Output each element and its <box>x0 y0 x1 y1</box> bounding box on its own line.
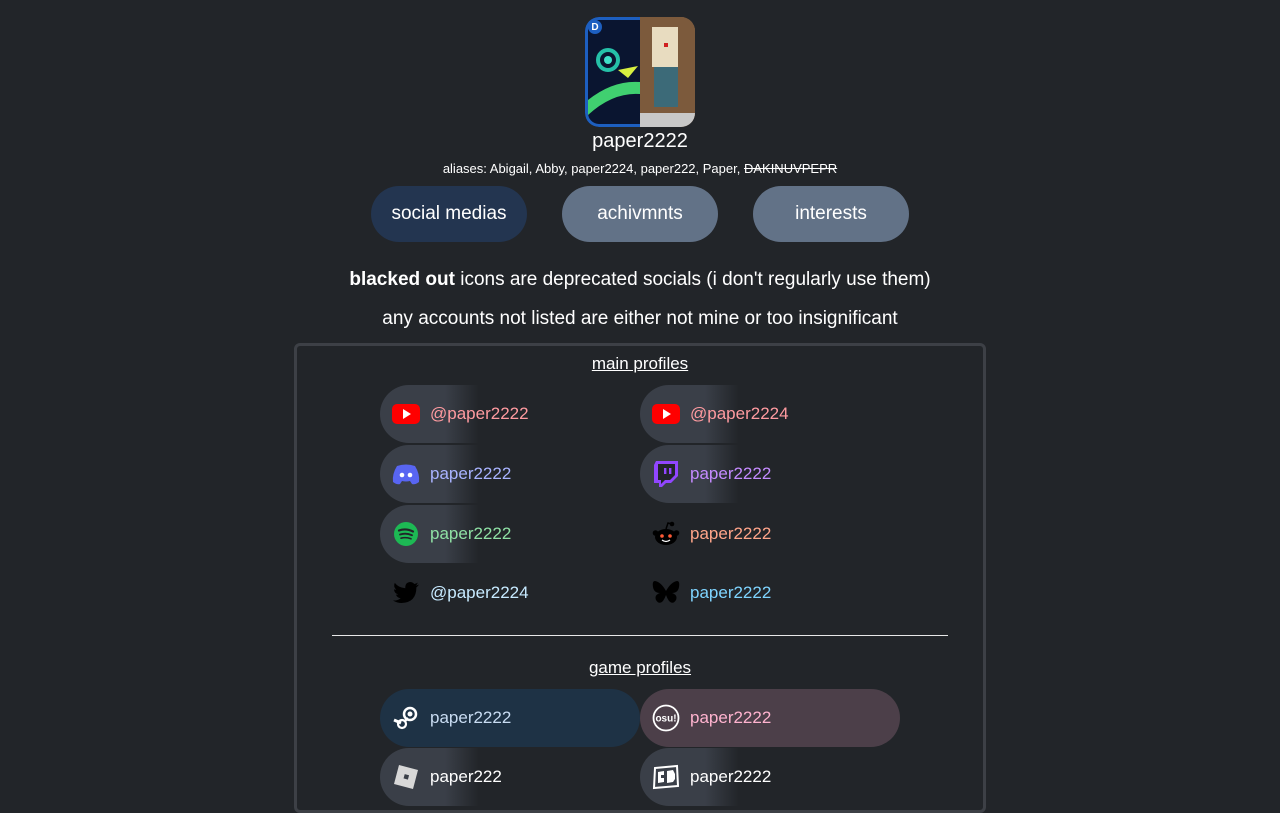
twitter-icon <box>392 579 420 607</box>
link-geometry-dash[interactable]: paper2222 <box>640 748 900 806</box>
reddit-icon <box>652 520 680 548</box>
link-spotify[interactable]: paper2222 <box>380 505 640 563</box>
link-label: paper2222 <box>690 583 772 602</box>
aliases-struck: DAKINUVPEPR <box>743 161 838 176</box>
link-twitter[interactable]: @paper2224 <box>380 564 640 622</box>
link-steam[interactable]: paper2222 <box>380 689 640 747</box>
section-divider <box>332 635 948 636</box>
steam-icon <box>392 704 420 732</box>
link-discord[interactable]: paper2222 <box>380 445 640 503</box>
discord-icon <box>392 460 420 488</box>
aliases: aliases: Abigail, Abby, paper2224, paper… <box>0 161 1280 176</box>
link-roblox[interactable]: paper222 <box>380 748 640 806</box>
link-reddit[interactable]: paper2222 <box>640 505 900 563</box>
link-label: paper2222 <box>690 464 772 483</box>
main-profiles-title: main profiles <box>591 354 689 373</box>
avatar-right-half <box>640 17 695 127</box>
link-osu[interactable]: osu! paper2222 <box>640 689 900 747</box>
link-label: @paper2222 <box>430 404 529 423</box>
bluesky-icon <box>652 579 680 607</box>
avatar: D <box>585 17 695 127</box>
game-profiles-title: game profiles <box>588 658 692 677</box>
link-label: paper2222 <box>430 464 512 483</box>
geometry-dash-icon <box>652 763 680 791</box>
link-bluesky[interactable]: paper2222 <box>640 564 900 622</box>
twitch-icon <box>652 460 680 488</box>
svg-text:osu!: osu! <box>655 714 676 725</box>
roblox-icon <box>392 763 420 791</box>
badge-icon: D <box>588 20 602 34</box>
youtube-icon <box>652 400 680 428</box>
aliases-list: aliases: Abigail, Abby, paper2224, paper… <box>442 161 744 176</box>
note-bold: blacked out <box>349 269 455 290</box>
link-label: paper2222 <box>690 524 772 543</box>
youtube-icon <box>392 400 420 428</box>
link-label: paper222 <box>430 767 502 786</box>
tab-achivmnts[interactable]: achivmnts <box>562 186 718 242</box>
link-label: @paper2224 <box>430 583 529 602</box>
osu-icon: osu! <box>652 704 680 732</box>
link-label: paper2222 <box>690 767 772 786</box>
note-rest: icons are deprecated socials (i don't re… <box>454 269 931 290</box>
link-label: paper2222 <box>430 708 512 727</box>
link-label: @paper2224 <box>690 404 789 423</box>
note-not-listed: any accounts not listed are either not m… <box>382 308 898 329</box>
link-youtube-main[interactable]: @paper2222 <box>380 385 640 443</box>
note-deprecated: blacked out icons are deprecated socials… <box>0 269 1280 291</box>
link-twitch[interactable]: paper2222 <box>640 445 900 503</box>
link-label: paper2222 <box>690 708 772 727</box>
link-label: paper2222 <box>430 524 512 543</box>
tab-interests[interactable]: interests <box>753 186 909 242</box>
username: paper2222 <box>592 130 688 152</box>
tab-social-medias[interactable]: social medias <box>371 186 527 242</box>
spotify-icon <box>392 520 420 548</box>
link-youtube-alt[interactable]: @paper2224 <box>640 385 900 443</box>
